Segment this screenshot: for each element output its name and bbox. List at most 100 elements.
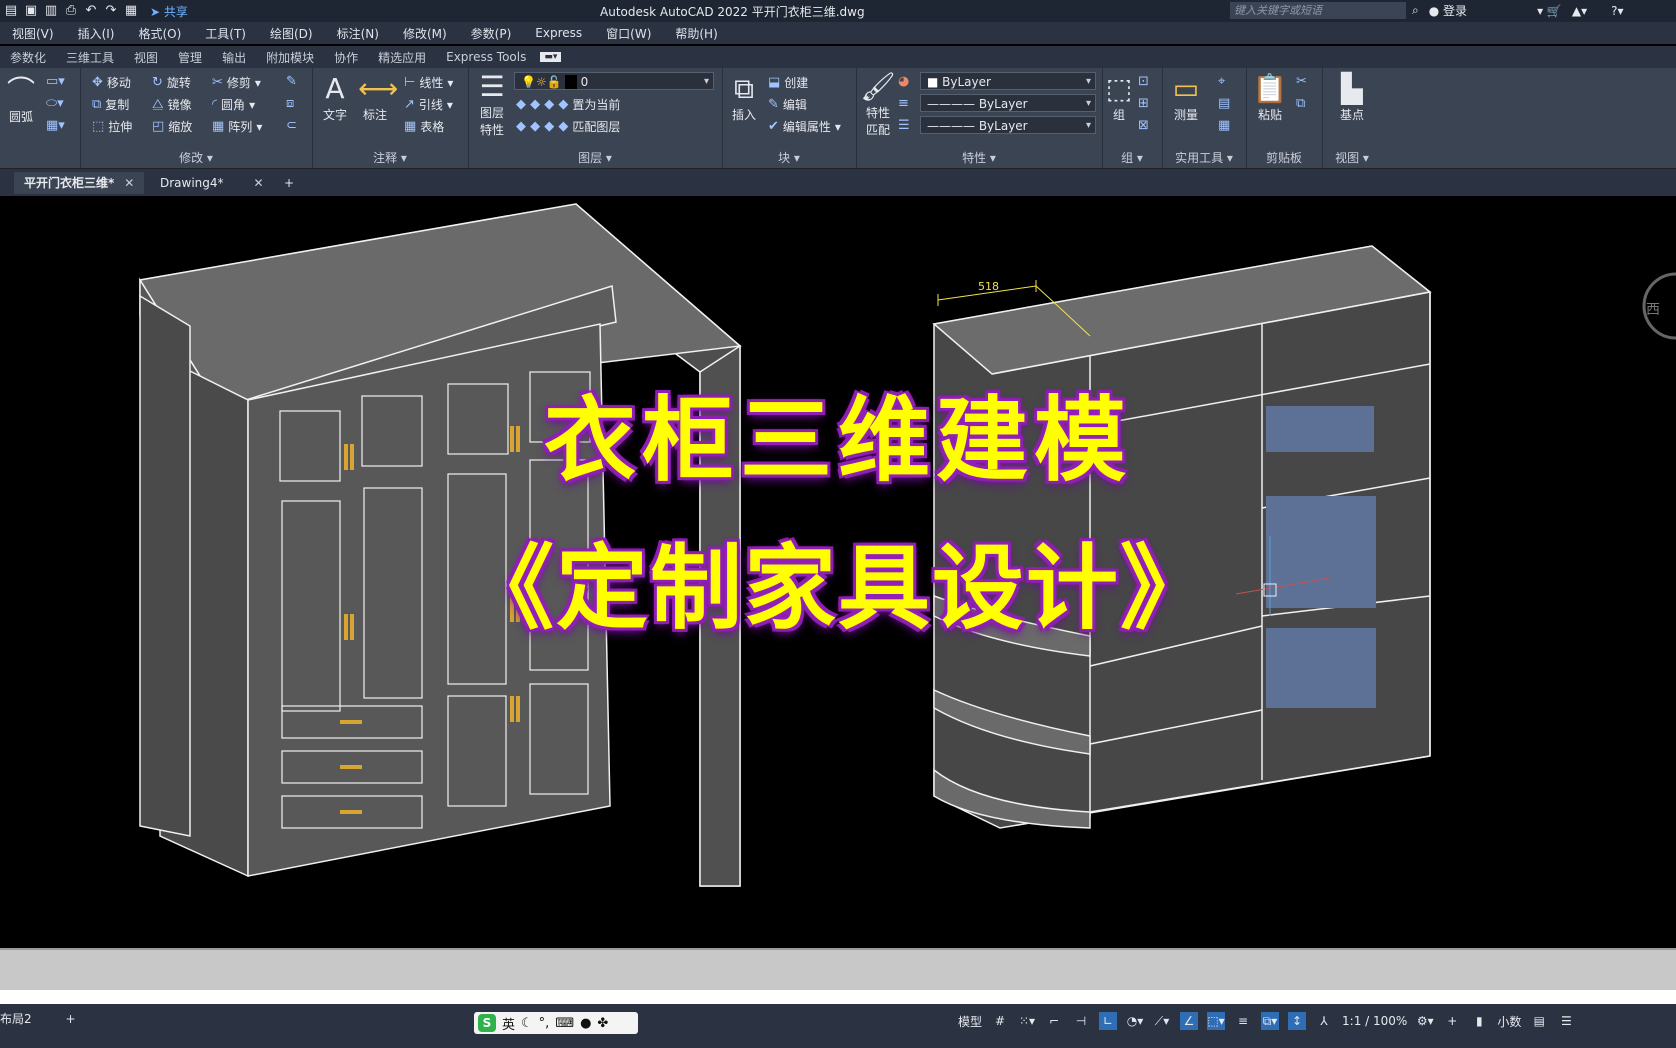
layer-tools-row2[interactable]: ◆ ◆ ◆ ◆ 匹配图层 [516,118,620,135]
ellipse-button[interactable]: ⬭▾ [46,96,64,111]
login-button[interactable]: ● 登录 [1429,2,1467,19]
modify-panel-title[interactable]: 修改 ▾ [80,149,312,166]
match-properties-button[interactable]: 🖌 特性 匹配 [860,70,896,138]
menu-format[interactable]: 格式(O) [126,25,193,42]
tab-featured-apps[interactable]: 精选应用 [368,49,436,66]
tab-express-tools[interactable]: Express Tools [436,50,536,64]
object-snap-icon[interactable]: ⬚▾ [1207,1012,1226,1030]
transparency-icon[interactable]: ⧉▾ [1261,1012,1280,1030]
doc-tab-active[interactable]: 平开门衣柜三维* ✕ [14,172,145,194]
punctuation-icon[interactable]: °, [539,1016,550,1031]
table-button[interactable]: ▦ 表格 [404,118,444,135]
lineweight-toggle-icon[interactable]: ≡ [1234,1012,1252,1030]
insert-button[interactable]: ⧉ 插入 [726,72,762,123]
help-icon[interactable]: ?▾ [1611,4,1623,18]
menu-tools[interactable]: 工具(T) [193,25,258,42]
viewcube[interactable]: 西 [1642,272,1676,340]
menu-parametric[interactable]: 参数(P) [459,25,524,42]
quick-properties-icon[interactable]: ▤ [1530,1012,1548,1030]
move-button[interactable]: ✥ 移动 [92,74,131,91]
layer-tools-row1[interactable]: ◆ ◆ ◆ ◆ 置为当前 [516,96,620,113]
id-point-icon[interactable]: ⌖ [1218,74,1225,89]
view-panel-title[interactable]: 视图 ▾ [1322,149,1382,166]
explode-button[interactable]: ⧈ [286,96,294,111]
layout-tab[interactable]: 布局2 + [0,1010,76,1027]
close-icon[interactable]: ✕ [254,176,264,190]
command-line-input[interactable] [0,990,1676,1004]
group-edit-icon[interactable]: ⊞ [1138,96,1149,111]
model-viewport[interactable]: 518 西 衣柜三维建模 《定制家具设计》 [0,196,1676,948]
erase-button[interactable]: ✎ [286,74,297,89]
stretch-button[interactable]: ⬚ 拉伸 [92,118,132,135]
object-snap-tracking-icon[interactable]: ∠ [1180,1012,1199,1030]
redo-icon[interactable]: ↷ [104,4,118,18]
dynamic-input-icon[interactable]: ⊣ [1072,1012,1090,1030]
layer-properties-button[interactable]: ☰ 图层 特性 [472,70,512,138]
scale-dropdown[interactable]: 1:1 / 100% [1342,1014,1407,1028]
polar-icon[interactable]: ◔▾ [1126,1012,1144,1030]
layers-panel-title[interactable]: 图层 ▾ [468,149,722,166]
close-icon[interactable]: ✕ [124,176,134,190]
doc-tab[interactable]: Drawing4* ✕ [150,172,274,194]
annotation-scale-icon[interactable]: ⅄ [1315,1012,1333,1030]
trim-button[interactable]: ✂ 修剪 ▾ [212,74,261,91]
new-tab-button[interactable]: + [274,172,304,194]
group-button[interactable]: ⬚ 组 [1104,72,1134,123]
menu-view[interactable]: 视图(V) [0,25,66,42]
autodesk-icon[interactable]: ▲▾ [1572,4,1587,18]
open-icon[interactable]: ▤ [4,4,18,18]
menu-help[interactable]: 帮助(H) [663,25,729,42]
search-input[interactable]: 键入关键字或短语 [1230,2,1406,19]
calculator-icon[interactable]: ▦ [1218,118,1230,133]
tab-output[interactable]: 输出 [212,49,256,66]
ime-language[interactable]: 英 [502,1014,515,1033]
tab-addins[interactable]: 附加模块 [256,49,324,66]
add-layout-icon[interactable]: + [65,1012,75,1026]
customize-icon[interactable]: ☰ [1557,1012,1575,1030]
grid-icon[interactable]: # [991,1012,1009,1030]
tab-manage[interactable]: 管理 [168,49,212,66]
paste-button[interactable]: 📋 粘贴 [1252,72,1288,123]
menu-dimension[interactable]: 标注(N) [325,25,391,42]
linear-button[interactable]: ⊢ 线性 ▾ [404,74,453,91]
rectangle-button[interactable]: ▭▾ [46,74,65,89]
keyboard-icon[interactable]: ⌨ [555,1016,574,1031]
cut-icon[interactable]: ✂ [1296,74,1307,89]
lineweight-dropdown[interactable]: ———— ByLayer [920,116,1096,135]
user-icon[interactable]: ● [580,1016,591,1031]
arc-button[interactable]: ⌒ 圆弧 [4,74,38,125]
copy-clip-icon[interactable]: ⧉ [1296,96,1305,111]
tab-3d-tools[interactable]: 三维工具 [56,49,124,66]
saveas-icon[interactable]: ▥ [44,4,58,18]
leader-button[interactable]: ↗ 引线 ▾ [404,96,453,113]
workspace-icon[interactable]: ▦ [124,4,138,18]
infer-constraints-icon[interactable]: ⌐ [1045,1012,1063,1030]
scale-button[interactable]: ◰ 缩放 [152,118,192,135]
tab-collaborate[interactable]: 协作 [324,49,368,66]
tab-parametric[interactable]: 参数化 [0,49,56,66]
undo-icon[interactable]: ↶ [84,4,98,18]
edit-block-button[interactable]: ✎ 编辑 [768,96,807,113]
print-icon[interactable]: ⎙ [64,4,78,18]
fillet-button[interactable]: ◜ 圆角 ▾ [212,96,255,113]
group-select-icon[interactable]: ⊠ [1138,118,1149,133]
edit-attributes-button[interactable]: ✔ 编辑属性 ▾ [768,118,841,135]
ime-toolbar[interactable]: S 英 ☾ °, ⌨ ● ✤ [474,1012,638,1034]
offset-button[interactable]: ⊂ [286,118,297,133]
mirror-button[interactable]: ⧋ 镜像 [152,96,192,113]
text-button[interactable]: A 文字 [318,72,352,123]
menu-express[interactable]: Express [523,26,594,40]
annotation-panel-title[interactable]: 注释 ▾ [312,149,468,166]
cart-icon[interactable]: ▾ 🛒 [1537,4,1562,18]
selection-cycling-icon[interactable]: ↕ [1288,1012,1307,1030]
ortho-icon[interactable]: ∟ [1099,1012,1118,1030]
snap-icon[interactable]: ⁙▾ [1018,1012,1036,1030]
linetype-dropdown[interactable]: ———— ByLayer [920,94,1096,113]
search-icon[interactable]: ⌕ [1412,3,1419,18]
quick-select-icon[interactable]: ▤ [1218,96,1230,111]
menu-window[interactable]: 窗口(W) [594,25,663,42]
groups-panel-title[interactable]: 组 ▾ [1102,149,1162,166]
settings-icon[interactable]: ⚙▾ [1416,1012,1434,1030]
color-dropdown[interactable]: ■ ByLayer [920,72,1096,91]
apps-icon[interactable]: ✤ [597,1016,608,1031]
